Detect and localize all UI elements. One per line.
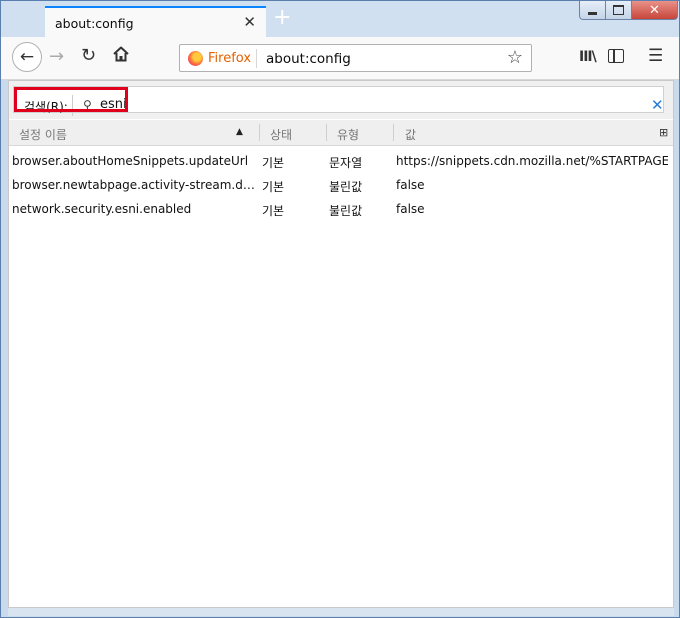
pref-status: 기본 bbox=[262, 180, 285, 194]
table-row[interactable]: browser.aboutHomeSnippets.updateUrl 기본 문… bbox=[9, 149, 673, 173]
pref-type: 불린값 bbox=[329, 180, 363, 194]
maximize-button[interactable] bbox=[606, 1, 632, 20]
url-input[interactable]: about:config bbox=[266, 51, 351, 67]
column-header-value[interactable]: 값 bbox=[405, 126, 416, 143]
column-divider[interactable] bbox=[259, 124, 260, 141]
pref-status: 기본 bbox=[262, 156, 285, 170]
identity-label: Firefox bbox=[208, 51, 252, 66]
close-window-button[interactable]: ✕ bbox=[632, 1, 678, 20]
minimize-button[interactable] bbox=[579, 1, 606, 20]
firefox-logo-icon bbox=[188, 51, 203, 66]
column-divider[interactable] bbox=[326, 124, 327, 141]
browser-window: about:config ✕ + ✕ ← → ↻ Firefox about:c… bbox=[0, 0, 680, 618]
home-button[interactable] bbox=[112, 45, 130, 63]
pref-value: https://snippets.cdn.mozilla.net/%STARTP… bbox=[396, 154, 668, 168]
column-header-status[interactable]: 상태 bbox=[270, 126, 292, 143]
pref-name: browser.aboutHomeSnippets.updateUrl bbox=[12, 154, 249, 168]
pref-name: browser.newtabpage.activity-stream.disab… bbox=[12, 178, 257, 192]
reload-icon: ↻ bbox=[81, 45, 97, 66]
arrow-right-icon: → bbox=[49, 46, 65, 67]
url-bar[interactable]: Firefox about:config ☆ bbox=[179, 44, 532, 72]
window-bottom-border bbox=[8, 608, 674, 616]
column-header-name[interactable]: 설정 이름 bbox=[19, 126, 67, 143]
pref-value: false bbox=[396, 178, 425, 192]
column-divider[interactable] bbox=[393, 124, 394, 141]
reload-button[interactable]: ↻ bbox=[81, 45, 96, 66]
hamburger-menu-icon: ☰ bbox=[648, 46, 664, 66]
maximize-icon bbox=[613, 5, 624, 15]
close-icon: ✕ bbox=[649, 2, 660, 18]
table-row[interactable]: network.security.esni.enabled 기본 불린값 fal… bbox=[9, 197, 673, 221]
tab-about-config[interactable]: about:config ✕ bbox=[45, 6, 266, 37]
forward-button[interactable]: → bbox=[49, 46, 64, 67]
pref-type: 문자열 bbox=[329, 156, 363, 170]
url-separator bbox=[256, 49, 257, 68]
library-icon: III\ bbox=[579, 49, 597, 65]
tab-title: about:config bbox=[55, 16, 134, 31]
window-controls: ✕ bbox=[579, 1, 678, 21]
navigation-toolbar: ← → ↻ Firefox about:config ☆ III\ ☰ bbox=[1, 37, 679, 80]
clear-search-icon[interactable]: ✕ bbox=[651, 96, 664, 114]
back-button[interactable]: ← bbox=[12, 42, 42, 72]
minimize-icon bbox=[588, 11, 597, 15]
pref-name: network.security.esni.enabled bbox=[12, 202, 192, 216]
column-picker-icon[interactable]: ⊞ bbox=[659, 126, 668, 139]
annotation-highlight-box bbox=[14, 87, 128, 112]
menu-button[interactable]: ☰ bbox=[648, 46, 663, 66]
pref-status: 기본 bbox=[262, 204, 285, 218]
table-row[interactable]: browser.newtabpage.activity-stream.disab… bbox=[9, 173, 673, 197]
sidebar-button[interactable] bbox=[608, 49, 624, 63]
config-page: 검색(R): ⚲ esni ✕ 설정 이름 ▲ 상태 유형 값 ⊞ browse… bbox=[8, 80, 674, 608]
pref-value: false bbox=[396, 202, 425, 216]
bookmark-star-icon[interactable]: ☆ bbox=[507, 47, 523, 68]
table-header: 설정 이름 ▲ 상태 유형 값 ⊞ bbox=[9, 120, 673, 146]
new-tab-button[interactable]: + bbox=[273, 7, 291, 29]
close-tab-icon[interactable]: ✕ bbox=[243, 13, 256, 31]
sort-ascending-icon: ▲ bbox=[236, 127, 243, 137]
tab-strip: about:config ✕ + ✕ bbox=[1, 1, 679, 37]
home-icon bbox=[113, 46, 129, 62]
search-row: 검색(R): ⚲ esni ✕ bbox=[9, 81, 673, 119]
library-button[interactable]: III\ bbox=[579, 49, 597, 65]
arrow-left-icon: ← bbox=[19, 47, 35, 67]
column-header-type[interactable]: 유형 bbox=[337, 126, 359, 143]
pref-type: 불린값 bbox=[329, 204, 363, 218]
